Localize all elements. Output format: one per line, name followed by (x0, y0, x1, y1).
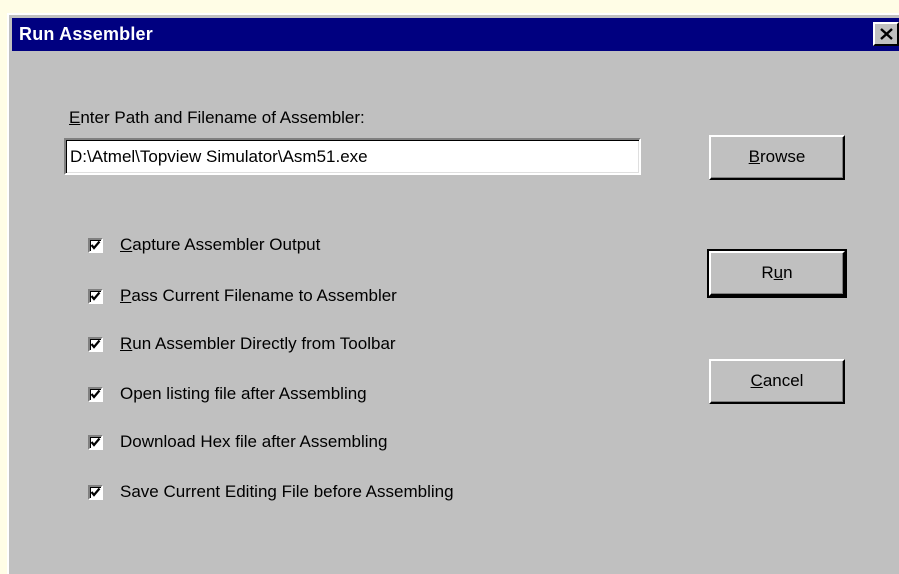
checkbox[interactable] (88, 336, 103, 352)
dialog-title: Run Assembler (19, 24, 153, 44)
cancel-label: ancel (762, 371, 804, 390)
checkbox[interactable] (88, 288, 103, 304)
run-button[interactable]: Run (707, 249, 847, 298)
checkmark-icon (90, 389, 101, 399)
checkbox[interactable] (88, 386, 103, 402)
checkmark-icon (90, 291, 101, 301)
close-icon (880, 28, 893, 40)
cancel-mnemonic: C (750, 371, 763, 390)
option-download-hex[interactable]: Download Hex file after Assembling (88, 431, 387, 453)
browse-label: rowse (759, 147, 806, 166)
run-label-pre: R (761, 263, 774, 282)
assembler-path-input[interactable]: D:\Atmel\Topview Simulator\Asm51.exe (64, 138, 641, 175)
checkbox[interactable] (88, 484, 103, 500)
option-label: Open listing file after Assembling (120, 384, 367, 403)
checkmark-icon (90, 240, 101, 250)
path-label: Enter Path and Filename of Assembler: (69, 108, 365, 128)
option-run-from-toolbar[interactable]: Run Assembler Directly from Toolbar (88, 333, 396, 355)
path-label-mnemonic: E (69, 108, 81, 127)
close-button[interactable] (873, 22, 899, 46)
run-mnemonic: u (773, 263, 784, 282)
option-label: Download Hex file after Assembling (120, 432, 388, 451)
checkbox[interactable] (88, 237, 103, 253)
option-label: Save Current Editing File before Assembl… (120, 482, 454, 501)
path-label-text: nter Path and Filename of Assembler: (80, 108, 365, 127)
option-label: Run Assembler Directly from Toolbar (120, 334, 396, 353)
checkbox[interactable] (88, 434, 103, 450)
run-label-post: n (783, 263, 793, 282)
browse-mnemonic: B (748, 147, 760, 166)
option-label: Pass Current Filename to Assembler (120, 286, 397, 305)
option-open-listing[interactable]: Open listing file after Assembling (88, 383, 367, 405)
title-bar[interactable]: Run Assembler (12, 18, 899, 51)
cancel-button[interactable]: Cancel (709, 359, 845, 404)
option-label: Capture Assembler Output (120, 235, 321, 254)
browse-button[interactable]: Browse (709, 135, 845, 180)
checkmark-icon (90, 437, 101, 447)
run-assembler-dialog: Run Assembler Enter Path and Filename of… (7, 13, 899, 574)
checkmark-icon (90, 487, 101, 497)
option-save-before-assembling[interactable]: Save Current Editing File before Assembl… (88, 481, 454, 503)
checkmark-icon (90, 339, 101, 349)
option-capture-output[interactable]: Capture Assembler Output (88, 234, 320, 256)
option-pass-filename[interactable]: Pass Current Filename to Assembler (88, 285, 397, 307)
